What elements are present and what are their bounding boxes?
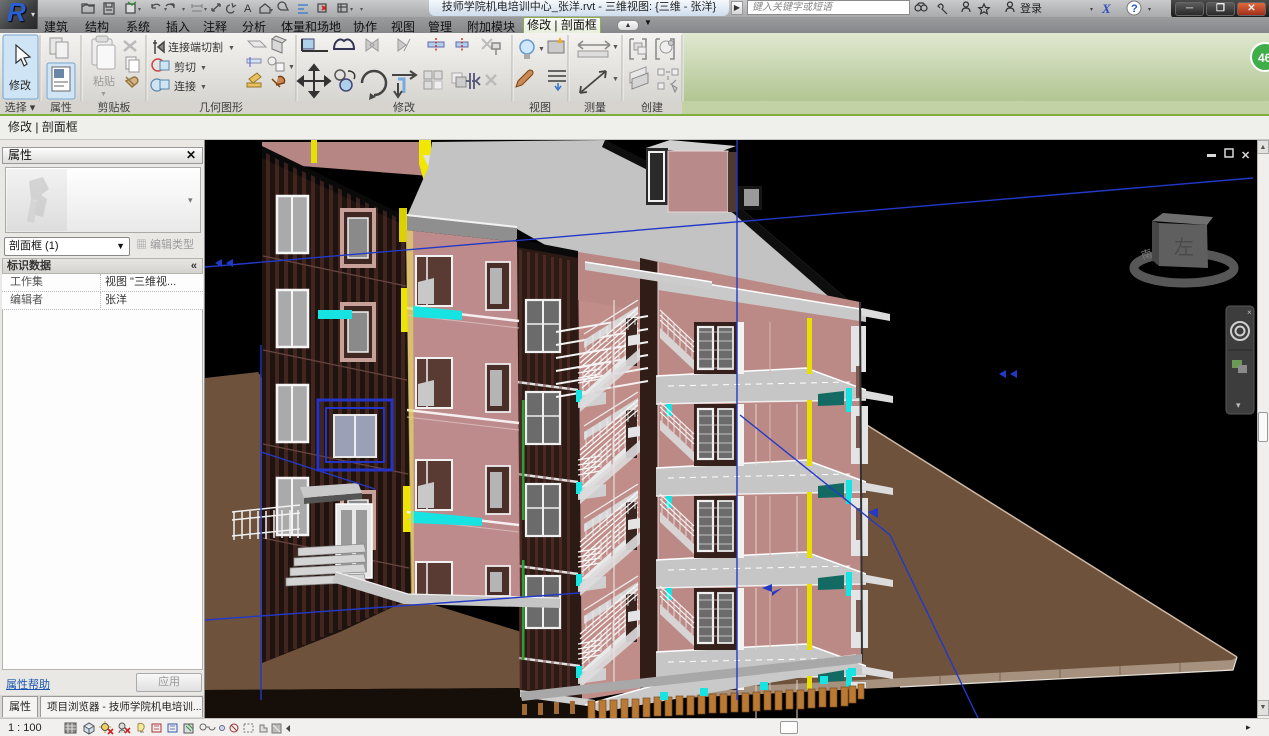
svg-text:测量: 测量	[584, 101, 606, 114]
svg-text:▼: ▼	[288, 64, 295, 71]
svg-text:▾: ▾	[164, 7, 167, 13]
svg-text:视图: 视图	[529, 100, 551, 114]
svg-text:▼: ▼	[612, 44, 619, 51]
svg-text:46: 46	[1258, 51, 1269, 65]
svg-text:▼: ▼	[228, 45, 235, 52]
svg-text:▼: ▼	[200, 65, 207, 72]
svg-text:▾: ▾	[1090, 7, 1093, 13]
svg-text:A: A	[244, 3, 252, 15]
svg-text:连接端切割: 连接端切割	[168, 40, 223, 54]
svg-text:修改: 修改	[393, 100, 415, 114]
svg-text:▾: ▾	[204, 7, 207, 13]
svg-text:▾: ▾	[182, 7, 185, 13]
svg-text:▾: ▾	[270, 8, 273, 14]
svg-text:X: X	[1101, 1, 1111, 16]
svg-text:剪切: 剪切	[174, 60, 196, 74]
svg-text:▼: ▼	[538, 46, 545, 53]
svg-text:选择 ▾: 选择 ▾	[5, 100, 36, 114]
svg-text:✕: ✕	[1241, 150, 1250, 162]
svg-text:几何图形: 几何图形	[199, 101, 243, 114]
svg-text:?: ?	[1131, 3, 1138, 15]
svg-text:连接: 连接	[174, 80, 196, 93]
svg-text:修改: 修改	[9, 78, 31, 92]
svg-text:×: ×	[1247, 308, 1252, 317]
svg-text:剪贴板: 剪贴板	[98, 100, 131, 114]
svg-text:创建: 创建	[641, 100, 663, 114]
svg-text:登录: 登录	[1020, 1, 1042, 15]
svg-text:▾: ▾	[360, 7, 363, 13]
svg-text:粘贴: 粘贴	[93, 74, 115, 88]
svg-text:▼: ▼	[100, 91, 107, 98]
svg-text:属性: 属性	[50, 100, 72, 114]
svg-text:▾: ▾	[350, 7, 353, 13]
svg-text:▾: ▾	[1236, 400, 1241, 410]
svg-text:▾: ▾	[138, 7, 141, 13]
svg-text:▼: ▼	[612, 76, 619, 83]
svg-text:▼: ▼	[200, 84, 207, 91]
svg-text:▾: ▾	[1148, 7, 1151, 13]
svg-text:左: 左	[1174, 236, 1194, 259]
